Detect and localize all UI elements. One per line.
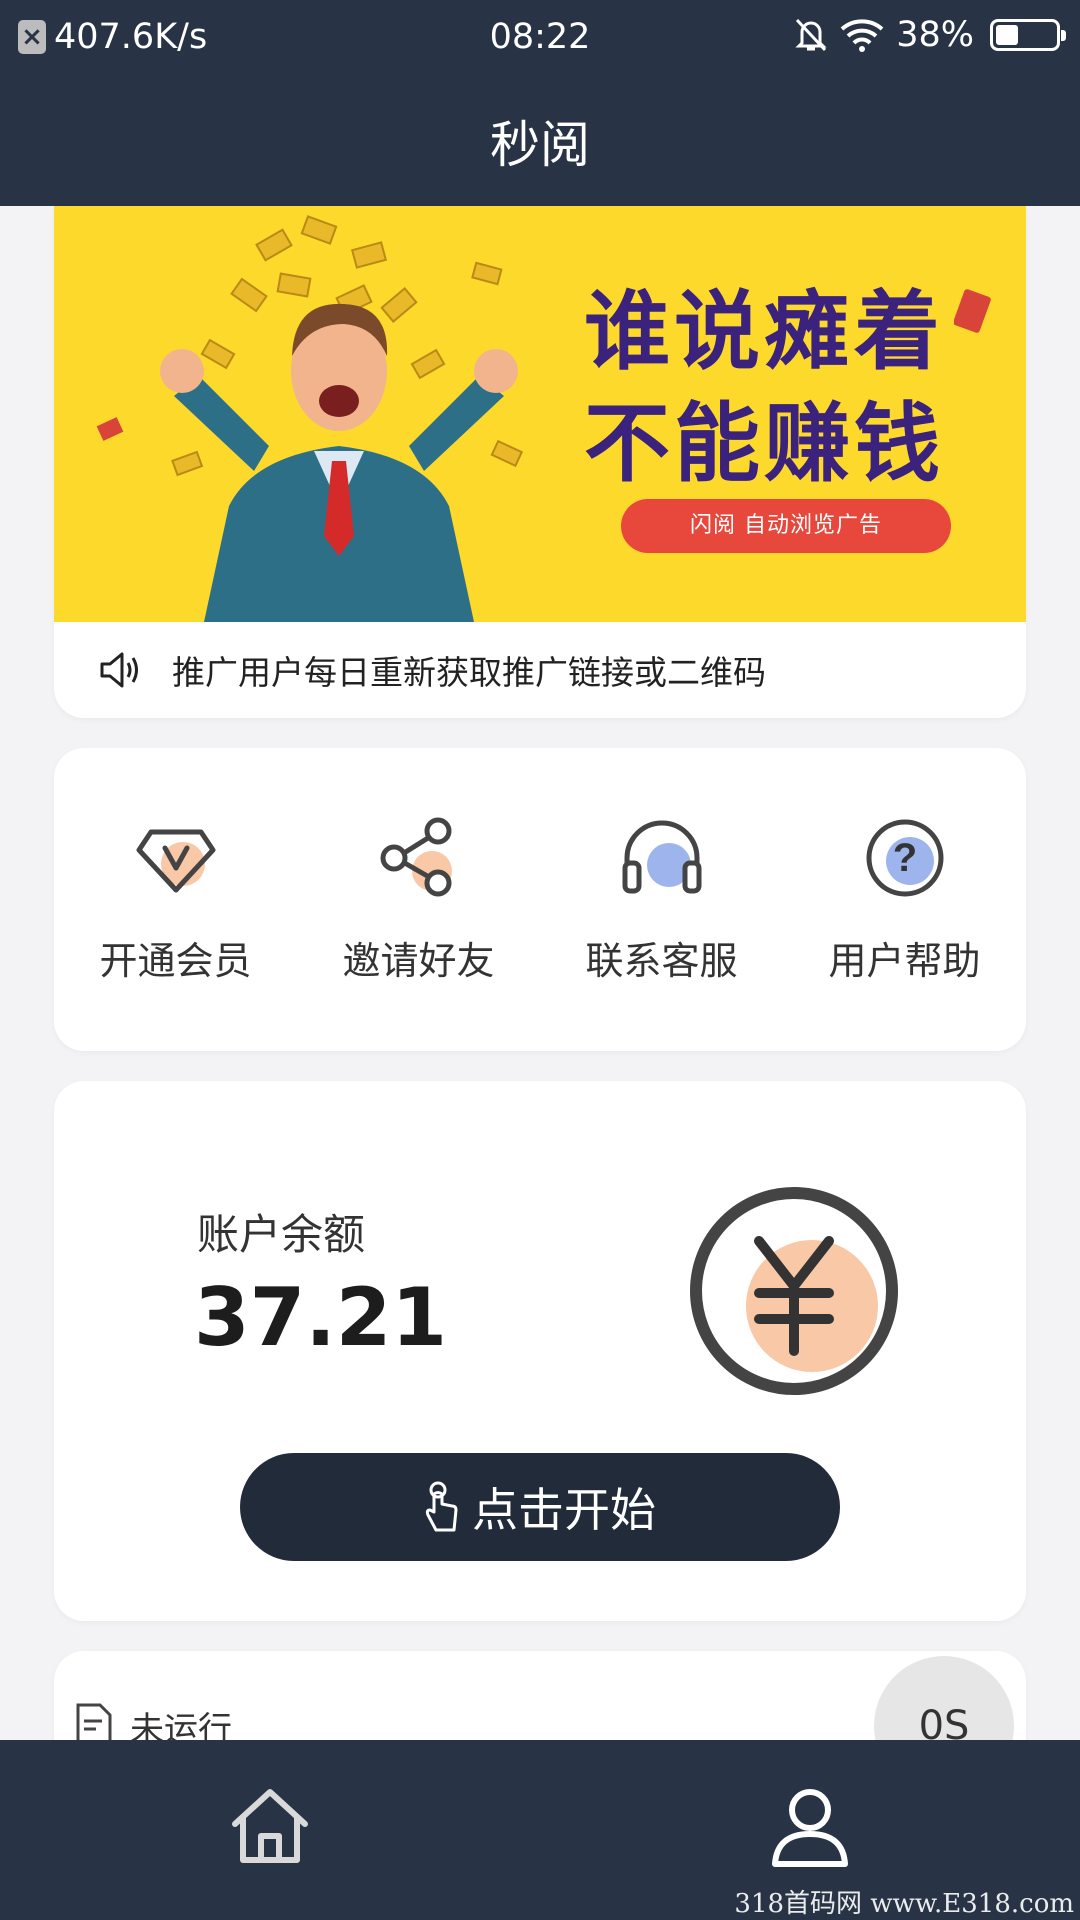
yuan-icon: [690, 1187, 898, 1395]
tap-hand-icon: [425, 1481, 458, 1532]
celebrating-man-illustration: [96, 215, 524, 622]
quick-menu: 开通会员 邀请好友 联系客服 ? 用户帮助: [54, 748, 1026, 1051]
balance-value: 37.21: [194, 1271, 448, 1364]
promo-banner[interactable]: 谁说瘫着 不能赚钱 闪阅 自动浏览广告: [54, 206, 1026, 622]
menu-item-support[interactable]: 联系客服: [540, 808, 783, 985]
bottom-nav: 318首码网 www.E318.com: [0, 1740, 1080, 1920]
menu-item-vip[interactable]: 开通会员: [54, 808, 297, 985]
start-button[interactable]: 点击开始: [240, 1453, 840, 1561]
banner-headline-line1: 谁说瘫着: [584, 282, 944, 382]
menu-item-help-label: 用户帮助: [828, 939, 981, 983]
battery-icon: [990, 19, 1066, 51]
notice-bar: 推广用户每日重新获取推广链接或二维码: [54, 622, 1026, 718]
banner-card[interactable]: 谁说瘫着 不能赚钱 闪阅 自动浏览广告 推广用户每日重新获取推广链接或二维码: [54, 206, 1026, 718]
speaker-icon: [100, 652, 138, 688]
help-icon: ?: [866, 819, 943, 897]
nav-home[interactable]: [225, 1782, 315, 1876]
menu-item-vip-label: 开通会员: [99, 939, 252, 983]
header-bar: × 407.6K/s 08:22 38% 秒阅: [0, 0, 1080, 206]
menu-item-invite[interactable]: 邀请好友: [297, 808, 540, 985]
menu-item-support-label: 联系客服: [585, 939, 738, 983]
share-icon: [380, 817, 452, 897]
banner-pill: 闪阅 自动浏览广告: [621, 499, 951, 553]
menu-item-invite-label: 邀请好友: [342, 939, 495, 983]
vip-icon: [136, 829, 215, 893]
status-bar: × 407.6K/s 08:22 38%: [0, 0, 1080, 76]
battery-percent: 38%: [896, 15, 974, 55]
watermark: 318首码网 www.E318.com: [734, 1889, 1074, 1919]
page-title: 秒阅: [490, 116, 590, 174]
menu-item-help[interactable]: ? 用户帮助: [783, 808, 1026, 985]
notice-text: 推广用户每日重新获取推广链接或二维码: [172, 653, 766, 692]
banner-headline: 谁说瘫着 不能赚钱: [584, 276, 1004, 500]
svg-text:?: ?: [892, 836, 916, 880]
red-envelope-icon: [954, 289, 991, 333]
banner-headline-line2: 不能赚钱: [584, 394, 944, 494]
status-icons: 38%: [794, 15, 1066, 55]
balance-card: 账户余额 37.21 点击开始: [54, 1081, 1026, 1621]
wifi-icon: [840, 19, 884, 52]
battery-fill: [996, 25, 1018, 45]
start-button-label: 点击开始: [472, 1483, 656, 1537]
headset-icon: [622, 820, 701, 894]
nav-profile[interactable]: [765, 1782, 855, 1876]
home-icon: [232, 1789, 308, 1863]
balance-label: 账户余额: [197, 1210, 366, 1259]
user-icon: [772, 1789, 848, 1867]
mute-bell-icon: [795, 18, 827, 52]
